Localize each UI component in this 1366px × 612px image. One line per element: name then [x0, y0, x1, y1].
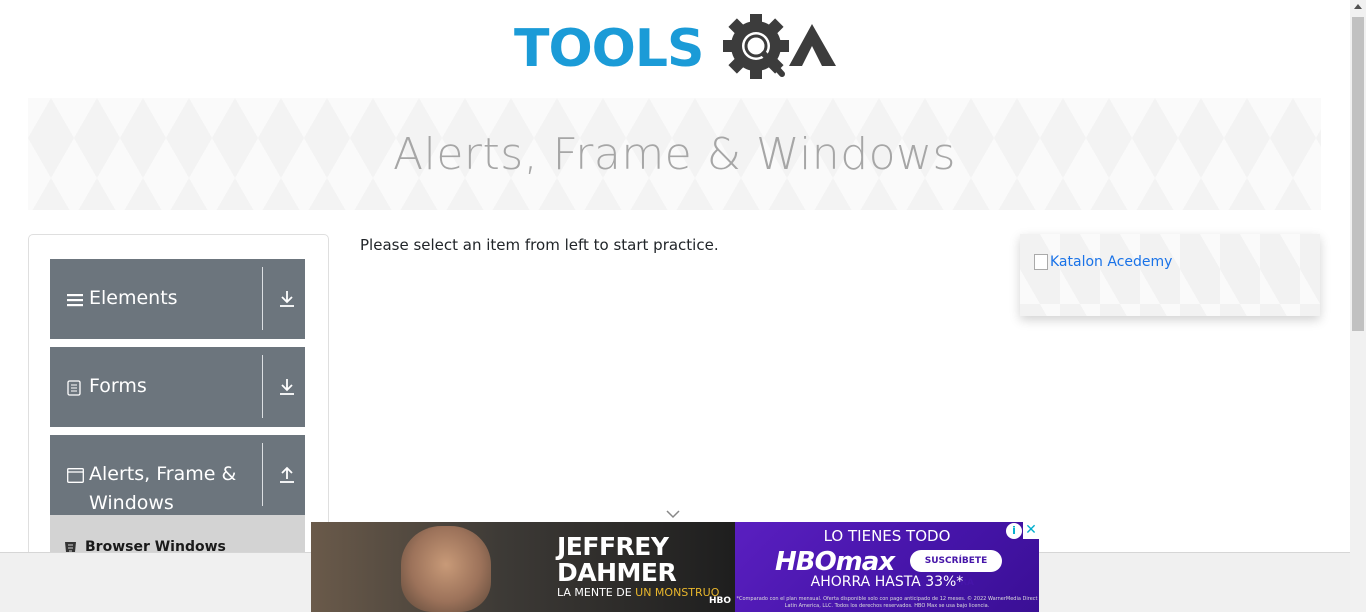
subscribe-button[interactable]: SUSCRÍBETE AHORA [910, 550, 1002, 588]
ad-right-panel: LO TIENES TODO HBOmax SUSCRÍBETE AHORA A… [735, 522, 1039, 612]
ad-title-line1: JEFFREY [557, 532, 669, 561]
ad-portrait-image [401, 526, 491, 612]
document-icon [67, 380, 81, 396]
nav-group-label: Elements [89, 287, 178, 309]
chevron-down-icon[interactable] [664, 506, 682, 522]
upload-icon[interactable] [278, 465, 296, 485]
logo-graphic: TOOLS [514, 14, 836, 79]
divider [262, 443, 263, 506]
menu-icon [67, 294, 83, 307]
ad-title-line2: DAHMER [557, 558, 677, 587]
logo-a-shape [789, 24, 836, 66]
practice-instruction-text: Please select an item from left to start… [360, 236, 719, 254]
nav-group-label-line2: Windows [89, 492, 174, 514]
page-title: Alerts, Frame & Windows [393, 128, 956, 180]
download-icon[interactable] [278, 377, 296, 397]
vertical-scrollbar[interactable] [1350, 0, 1366, 612]
ad-right-top-text: LO TIENES TODO [823, 527, 951, 545]
ad-title: JEFFREY DAHMER [557, 532, 677, 587]
nav-group-elements[interactable]: Elements [50, 259, 305, 339]
nav-group-alerts-frame-windows[interactable]: Alerts, Frame & Windows [50, 435, 305, 515]
divider [262, 355, 263, 418]
left-navigation-panel: Elements Forms Alerts, Frame & Windows B… [28, 234, 329, 564]
ad-left-panel: JEFFREY DAHMER LA MENTE DE UN MONSTRUO H… [311, 522, 735, 612]
nav-group-forms[interactable]: Forms [50, 347, 305, 427]
ad-tagline: LA MENTE DE UN MONSTRUO [557, 586, 719, 599]
gear-icon [723, 14, 789, 79]
ad-offer-text: AHORRA HASTA 33%* [810, 574, 964, 590]
divider [262, 267, 263, 330]
hbomax-logo: HBOmax [775, 547, 895, 577]
nav-group-label: Alerts, Frame & [89, 463, 237, 485]
toolsqa-logo[interactable]: TOOLS [514, 14, 840, 90]
scrollbar-thumb[interactable] [1352, 17, 1364, 331]
logo-text-tools: TOOLS [514, 19, 703, 79]
ad-fineprint: *Comparado con el plan mensual. Oferta d… [736, 596, 1038, 609]
window-icon [67, 468, 84, 483]
nav-group-label: Forms [89, 375, 147, 397]
hbo-max-ad-banner[interactable]: JEFFREY DAHMER LA MENTE DE UN MONSTRUO H… [311, 522, 1039, 612]
ad-tagline-a: LA MENTE DE [557, 586, 636, 599]
scroll-up-arrow-icon[interactable] [1354, 4, 1362, 9]
katalon-ad-box[interactable]: Katalon Acedemy [1020, 234, 1320, 316]
ad-tagline-b: UN MONSTRUO [635, 586, 720, 599]
katalon-ad-alt-text: Katalon Acedemy [1050, 254, 1173, 270]
download-icon[interactable] [278, 289, 296, 309]
katalon-ad-link[interactable]: Katalon Acedemy [1034, 254, 1172, 270]
page-banner: Alerts, Frame & Windows [28, 98, 1321, 210]
info-icon[interactable]: i [1006, 523, 1022, 539]
broken-image-icon [1034, 254, 1048, 270]
hbo-small-logo: HBO [709, 596, 732, 606]
close-icon[interactable]: ✕ [1023, 522, 1039, 539]
